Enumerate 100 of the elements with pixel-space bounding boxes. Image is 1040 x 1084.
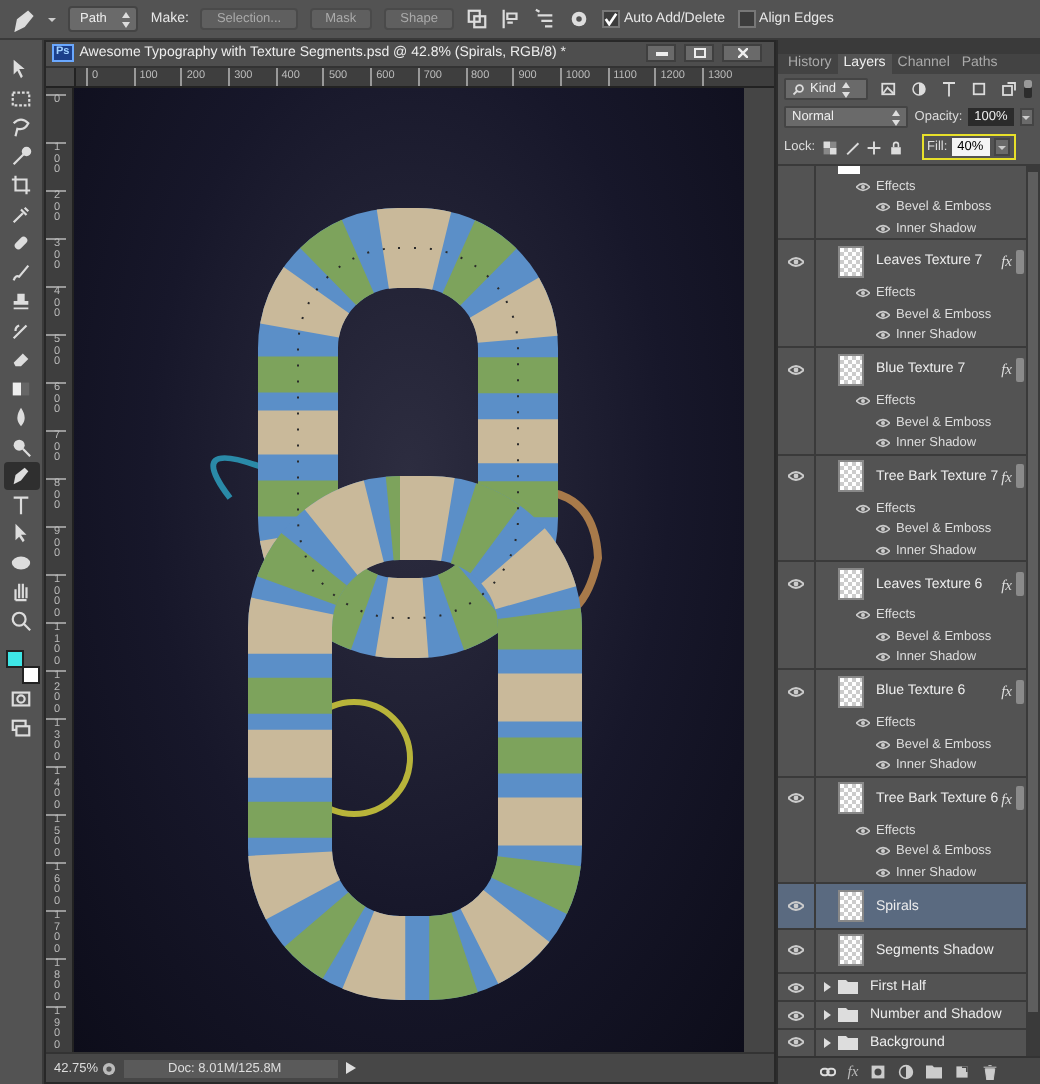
new-group-button[interactable]	[926, 1063, 943, 1079]
move-arrows-icon[interactable]	[865, 139, 882, 155]
scrollbar[interactable]	[1026, 166, 1040, 1056]
eye-icon[interactable]	[876, 330, 890, 341]
fill-menu-button[interactable]	[993, 138, 1010, 156]
lock-icon[interactable]	[887, 139, 904, 155]
eye-icon[interactable]	[876, 524, 890, 535]
caret-icon	[1022, 115, 1031, 119]
eye-icon[interactable]	[876, 760, 890, 770]
expand-toggle[interactable]	[822, 1010, 832, 1021]
updown-arrows-icon	[842, 81, 851, 97]
eye-icon[interactable]	[876, 223, 890, 234]
pen-tool-icon[interactable]	[12, 7, 36, 31]
eraser-icon	[10, 348, 32, 371]
expand-toggle[interactable]	[1016, 464, 1024, 489]
eye-icon[interactable]	[788, 900, 804, 913]
delete-button[interactable]	[982, 1063, 999, 1079]
wand-brush-icon	[10, 145, 32, 168]
expand-toggle[interactable]	[822, 1037, 832, 1048]
mask-icon	[870, 1063, 887, 1079]
eye-icon[interactable]	[788, 944, 804, 957]
checkbox[interactable]	[737, 10, 756, 28]
eye-icon[interactable]	[856, 825, 870, 836]
gear-icon[interactable]	[567, 8, 590, 30]
eye-icon[interactable]	[788, 981, 804, 994]
stamp-icon	[10, 290, 32, 313]
eye-icon[interactable]	[788, 255, 804, 268]
mask-button[interactable]	[870, 1063, 887, 1079]
expand-toggle[interactable]	[1016, 249, 1024, 274]
maximize-button[interactable]	[684, 44, 714, 63]
new-layer-button[interactable]	[954, 1063, 971, 1079]
eye-icon[interactable]	[876, 867, 890, 878]
link-button[interactable]	[819, 1063, 836, 1079]
caret-icon	[997, 145, 1006, 149]
play-arrow-icon[interactable]	[346, 1062, 356, 1075]
eye-icon[interactable]	[788, 578, 804, 591]
search-icon	[792, 83, 804, 95]
mask-icon	[10, 688, 32, 711]
updown-arrows-icon	[122, 11, 131, 27]
expand-toggle[interactable]	[1016, 357, 1024, 382]
gradient-icon	[10, 377, 32, 400]
share-icon[interactable]	[102, 1061, 116, 1076]
eye-icon[interactable]	[788, 1009, 804, 1022]
background-color-swatch[interactable]	[21, 666, 39, 684]
checkbox[interactable]	[601, 10, 620, 28]
image-filter-icon[interactable]	[880, 80, 898, 98]
eye-icon[interactable]	[876, 652, 890, 663]
eye-icon[interactable]	[856, 288, 870, 299]
eye-icon[interactable]	[876, 739, 890, 750]
minimize-button[interactable]	[646, 44, 676, 63]
eye-icon[interactable]	[856, 503, 870, 514]
opacity-menu-button[interactable]	[1019, 108, 1034, 126]
filter-toggle-icon[interactable]	[1024, 80, 1032, 98]
foreground-color-swatch[interactable]	[5, 650, 23, 668]
checkerboard-icon[interactable]	[821, 139, 838, 155]
overlapping-squares-icon[interactable]	[465, 8, 488, 30]
type-tool-icon	[10, 493, 32, 516]
eye-icon[interactable]	[788, 1036, 804, 1049]
expand-toggle[interactable]	[1016, 786, 1024, 811]
eye-icon[interactable]	[856, 396, 870, 407]
eye-icon[interactable]	[788, 685, 804, 698]
layer-thumbnail	[838, 245, 864, 278]
eyedropper-icon	[10, 203, 32, 226]
eye-icon[interactable]	[876, 631, 890, 642]
eye-icon[interactable]	[876, 437, 890, 448]
pen-nib-icon	[10, 464, 32, 487]
close-icon	[737, 48, 747, 59]
expand-toggle[interactable]	[1016, 572, 1024, 597]
minimize-icon	[655, 51, 667, 56]
eye-icon[interactable]	[788, 363, 804, 376]
layer-thumbnail	[838, 782, 864, 815]
expand-toggle[interactable]	[822, 982, 832, 993]
caret-icon[interactable]	[48, 17, 56, 21]
dashed-rectangle-icon	[10, 87, 32, 110]
eye-icon[interactable]	[876, 545, 890, 556]
stack-icon[interactable]	[533, 8, 556, 30]
eye-icon[interactable]	[788, 470, 804, 483]
eye-icon[interactable]	[856, 181, 870, 192]
lollipop-icon	[10, 435, 32, 458]
half-circle-icon[interactable]	[910, 80, 928, 98]
transform-box-icon[interactable]	[970, 80, 988, 98]
checkmark-icon	[603, 12, 618, 26]
eye-icon[interactable]	[788, 792, 804, 805]
type-filter-icon[interactable]	[940, 80, 958, 98]
eye-icon[interactable]	[876, 309, 890, 320]
layer-thumbnail	[838, 890, 864, 923]
smart-object-icon[interactable]	[1000, 80, 1018, 98]
align-icon[interactable]	[499, 8, 522, 30]
brush-icon[interactable]	[843, 139, 860, 155]
pen-nib-tool-button[interactable]	[3, 462, 39, 489]
eye-icon[interactable]	[876, 846, 890, 857]
eye-icon[interactable]	[856, 610, 870, 621]
adjustment-button[interactable]	[898, 1063, 915, 1079]
lasso-icon	[10, 116, 32, 139]
eye-icon[interactable]	[856, 718, 870, 729]
eye-icon[interactable]	[876, 417, 890, 427]
close-button[interactable]	[722, 44, 762, 63]
hand-icon	[10, 580, 32, 603]
eye-icon[interactable]	[876, 202, 890, 213]
expand-toggle[interactable]	[1016, 679, 1024, 704]
